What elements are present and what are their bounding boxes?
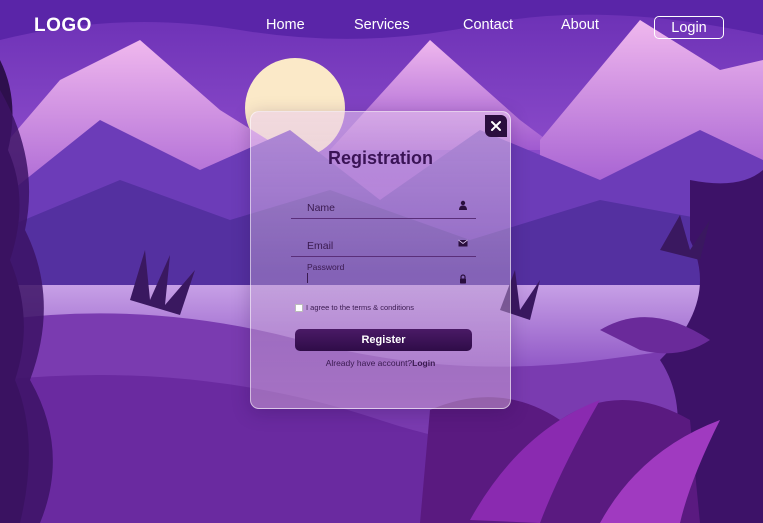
register-button[interactable]: Register: [295, 329, 472, 351]
nav-link-about[interactable]: About: [561, 17, 599, 33]
terms-row: I agree to the terms & conditions: [295, 303, 414, 312]
nav-link-contact[interactable]: Contact: [463, 17, 513, 33]
already-text: Already have account?: [325, 358, 413, 368]
login-prompt: Already have account?Login: [251, 358, 510, 368]
terms-checkbox[interactable]: [295, 303, 303, 312]
lock-icon: [460, 274, 466, 284]
close-icon: [491, 121, 501, 131]
registration-card: Registration Name Email Password I agree…: [250, 111, 511, 409]
name-field[interactable]: Name: [291, 194, 476, 219]
email-label: Email: [307, 240, 334, 252]
password-label: Password: [307, 262, 345, 272]
nav-link-services[interactable]: Services: [354, 17, 410, 33]
top-nav: LOGO Home Services Contact About Login: [0, 0, 763, 52]
nav-login-button[interactable]: Login: [654, 16, 724, 39]
form-title: Registration: [327, 148, 433, 168]
text-cursor: [307, 273, 308, 283]
email-field[interactable]: Email: [291, 232, 476, 257]
login-link[interactable]: Login: [412, 358, 435, 368]
nav-link-home[interactable]: Home: [266, 17, 305, 33]
envelope-icon: [458, 239, 468, 247]
close-button[interactable]: [485, 115, 507, 137]
terms-label: I agree to the terms & conditions: [306, 303, 414, 312]
user-icon: [459, 200, 467, 210]
password-field[interactable]: Password: [291, 260, 476, 288]
name-label: Name: [307, 202, 336, 214]
logo[interactable]: LOGO: [34, 15, 92, 37]
